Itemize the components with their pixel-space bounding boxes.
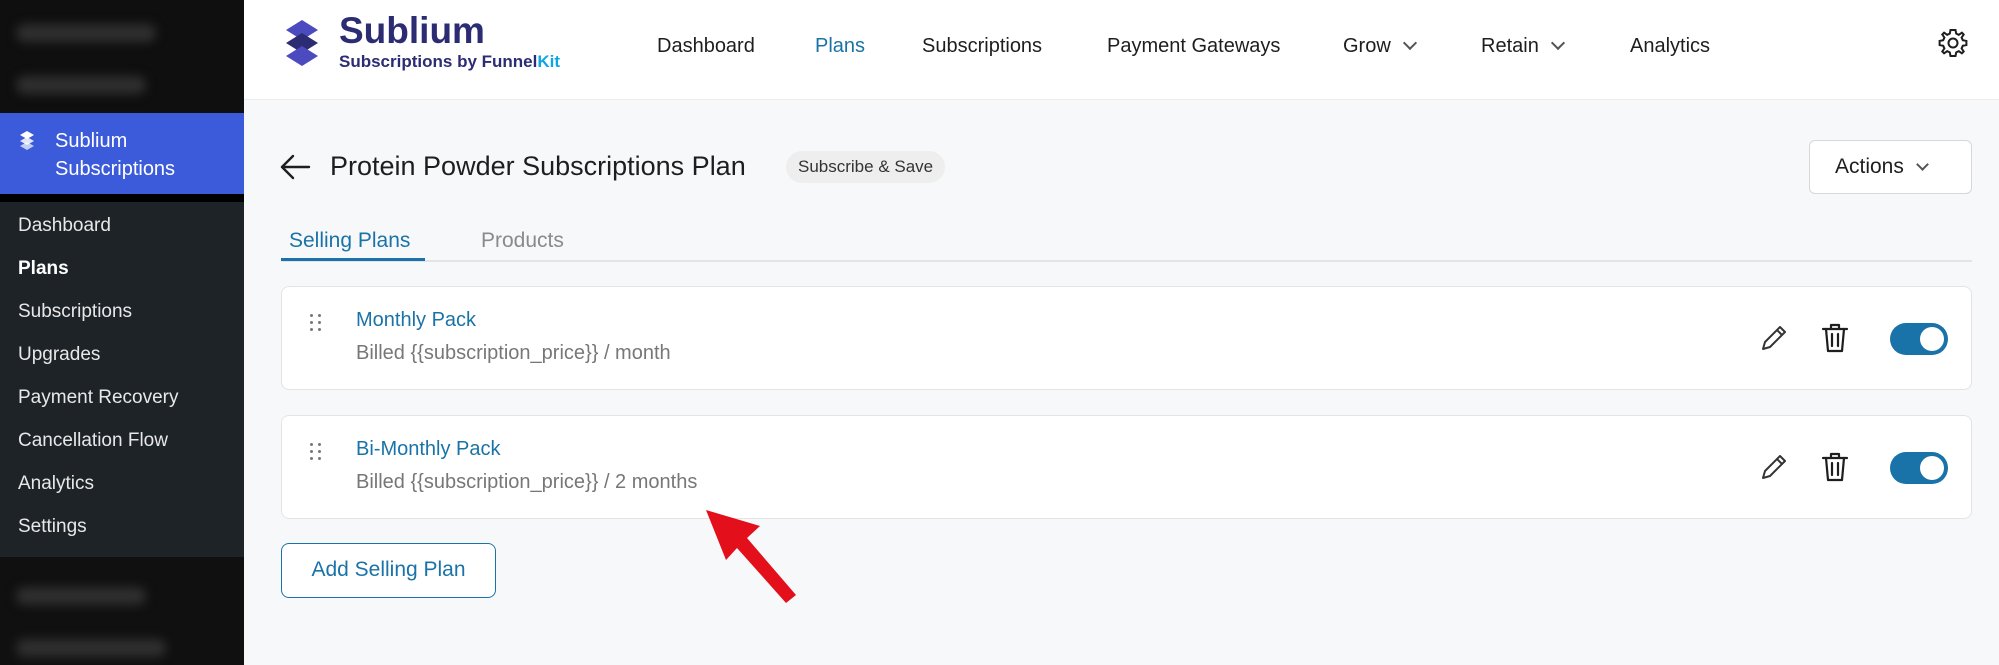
sidebar-item-subscriptions[interactable]: Subscriptions (18, 301, 132, 323)
nav-analytics[interactable]: Analytics (1630, 35, 1710, 58)
page-title: Protein Powder Subscriptions Plan (330, 151, 746, 181)
selling-plan-card: Monthly Pack Billed {{subscription_price… (281, 286, 1972, 390)
toggle-knob (1920, 327, 1944, 351)
actions-dropdown-button[interactable]: Actions (1809, 140, 1972, 194)
nav-grow-label: Grow (1343, 35, 1391, 57)
nav-grow[interactable]: Grow (1343, 35, 1417, 58)
nav-subscriptions[interactable]: Subscriptions (922, 35, 1042, 58)
brand-tagline: Subscriptions by FunnelKit (339, 52, 560, 72)
sidebar-item-payment-recovery[interactable]: Payment Recovery (18, 387, 179, 409)
plan-name-link[interactable]: Bi-Monthly Pack (356, 438, 501, 461)
add-selling-plan-button[interactable]: Add Selling Plan (281, 543, 496, 598)
brand-name: Sublium (339, 10, 485, 51)
pencil-edit-icon[interactable] (1758, 451, 1790, 483)
back-arrow-icon[interactable] (278, 152, 312, 182)
plan-billing-description: Billed {{subscription_price}} / 2 months (356, 471, 698, 493)
plan-enabled-toggle[interactable] (1890, 323, 1948, 355)
sublium-logo-icon (20, 131, 34, 150)
plan-name-link[interactable]: Monthly Pack (356, 309, 476, 332)
nav-retain-label: Retain (1481, 35, 1539, 57)
sidebar-item-settings[interactable]: Settings (18, 516, 87, 538)
chevron-down-icon (1916, 158, 1929, 171)
nav-dashboard[interactable]: Dashboard (657, 35, 755, 58)
sidebar-submenu: Dashboard Plans Subscriptions Upgrades P… (0, 202, 244, 557)
sublium-logo-icon (286, 20, 318, 66)
plan-type-badge: Subscribe & Save (786, 151, 946, 183)
actions-label: Actions (1835, 155, 1904, 178)
sidebar-blurred-top (0, 0, 244, 113)
sidebar-item-sublium[interactable]: Sublium Subscriptions (0, 113, 244, 194)
sidebar-item-upgrades[interactable]: Upgrades (18, 344, 100, 366)
nav-plans[interactable]: Plans (815, 35, 865, 58)
admin-sidebar: Sublium Subscriptions Dashboard Plans Su… (0, 0, 244, 665)
sidebar-item-analytics[interactable]: Analytics (18, 473, 94, 495)
brand-tagline-suffix: Kit (537, 52, 561, 71)
sidebar-blurred-bottom (0, 557, 244, 665)
selling-plan-card: Bi-Monthly Pack Billed {{subscription_pr… (281, 415, 1972, 519)
sidebar-item-cancellation-flow[interactable]: Cancellation Flow (18, 430, 168, 452)
drag-handle-icon[interactable] (310, 314, 324, 334)
annotation-arrow-icon (706, 510, 796, 603)
tab-selling-plans[interactable]: Selling Plans (289, 229, 410, 253)
chevron-down-icon (1550, 35, 1565, 51)
sidebar-item-plans[interactable]: Plans (18, 258, 69, 280)
drag-handle-icon[interactable] (310, 443, 324, 463)
tabs-divider (281, 260, 1972, 262)
gear-icon[interactable] (1937, 27, 1969, 59)
sidebar-plugin-title: Sublium Subscriptions (55, 130, 176, 180)
sidebar-item-dashboard[interactable]: Dashboard (18, 215, 111, 237)
tab-products[interactable]: Products (481, 229, 564, 253)
trash-delete-icon[interactable] (1820, 451, 1850, 483)
trash-delete-icon[interactable] (1820, 322, 1850, 354)
plan-enabled-toggle[interactable] (1890, 452, 1948, 484)
brand-tagline-prefix: Subscriptions by Funnel (339, 52, 538, 71)
nav-retain[interactable]: Retain (1481, 35, 1565, 58)
pencil-edit-icon[interactable] (1758, 322, 1790, 354)
top-navigation-bar: Sublium Subscriptions by FunnelKit Dashb… (244, 0, 1999, 100)
toggle-knob (1920, 456, 1944, 480)
active-tab-indicator (281, 258, 425, 261)
plan-billing-description: Billed {{subscription_price}} / month (356, 342, 671, 364)
nav-payment-gateways[interactable]: Payment Gateways (1107, 35, 1280, 58)
chevron-down-icon (1402, 35, 1417, 51)
